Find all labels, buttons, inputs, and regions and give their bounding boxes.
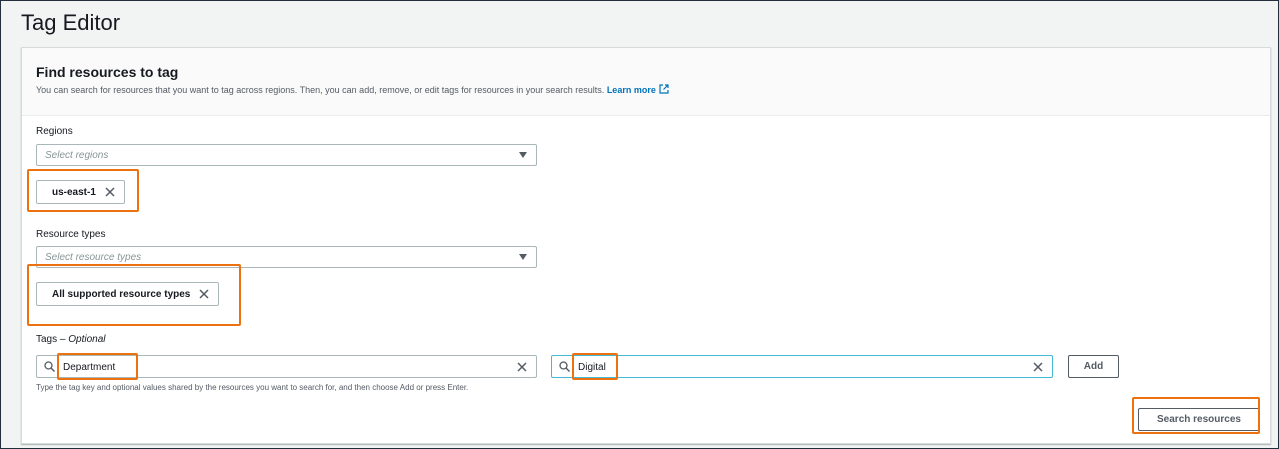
- tags-label-text: Tags –: [36, 334, 66, 345]
- regions-label: Regions: [36, 126, 73, 137]
- panel-title: Find resources to tag: [36, 64, 179, 80]
- region-token: us-east-1: [36, 180, 125, 204]
- search-icon: [44, 361, 55, 372]
- regions-select[interactable]: Select regions: [36, 144, 537, 166]
- remove-resource-type-icon[interactable]: [198, 288, 210, 300]
- tag-value-input[interactable]: Digital: [551, 355, 1053, 378]
- tag-value-value: Digital: [578, 362, 606, 373]
- search-resources-button[interactable]: Search resources: [1138, 408, 1260, 431]
- panel-header: Find resources to tag You can search for…: [22, 48, 1270, 116]
- tags-label: Tags – Optional: [36, 334, 106, 345]
- resource-type-token-label: All supported resource types: [52, 288, 191, 300]
- region-token-label: us-east-1: [52, 186, 96, 198]
- tag-key-value: Department: [63, 362, 116, 373]
- tags-hint: Type the tag key and optional values sha…: [36, 383, 469, 392]
- clear-icon[interactable]: [516, 361, 528, 373]
- resource-types-select[interactable]: Select resource types: [36, 246, 537, 268]
- panel-description: You can search for resources that you wa…: [36, 84, 669, 95]
- add-tag-button[interactable]: Add: [1068, 355, 1119, 378]
- resource-types-placeholder: Select resource types: [45, 252, 142, 263]
- regions-placeholder: Select regions: [45, 150, 109, 161]
- external-link-icon: [659, 84, 669, 94]
- search-icon: [559, 361, 570, 372]
- caret-down-icon: [519, 152, 527, 158]
- remove-region-icon[interactable]: [104, 186, 116, 198]
- learn-more-link[interactable]: Learn more: [606, 84, 669, 95]
- page-title: Tag Editor: [21, 10, 121, 35]
- resource-types-label: Resource types: [36, 229, 106, 240]
- clear-icon[interactable]: [1032, 361, 1044, 373]
- panel-description-text: You can search for resources that you wa…: [36, 85, 605, 95]
- tags-optional-label: Optional: [68, 334, 106, 345]
- caret-down-icon: [519, 254, 527, 260]
- resource-type-token: All supported resource types: [36, 282, 220, 306]
- learn-more-label: Learn more: [606, 85, 656, 95]
- tag-key-input[interactable]: Department: [36, 355, 537, 378]
- find-resources-panel: Find resources to tag You can search for…: [21, 47, 1271, 444]
